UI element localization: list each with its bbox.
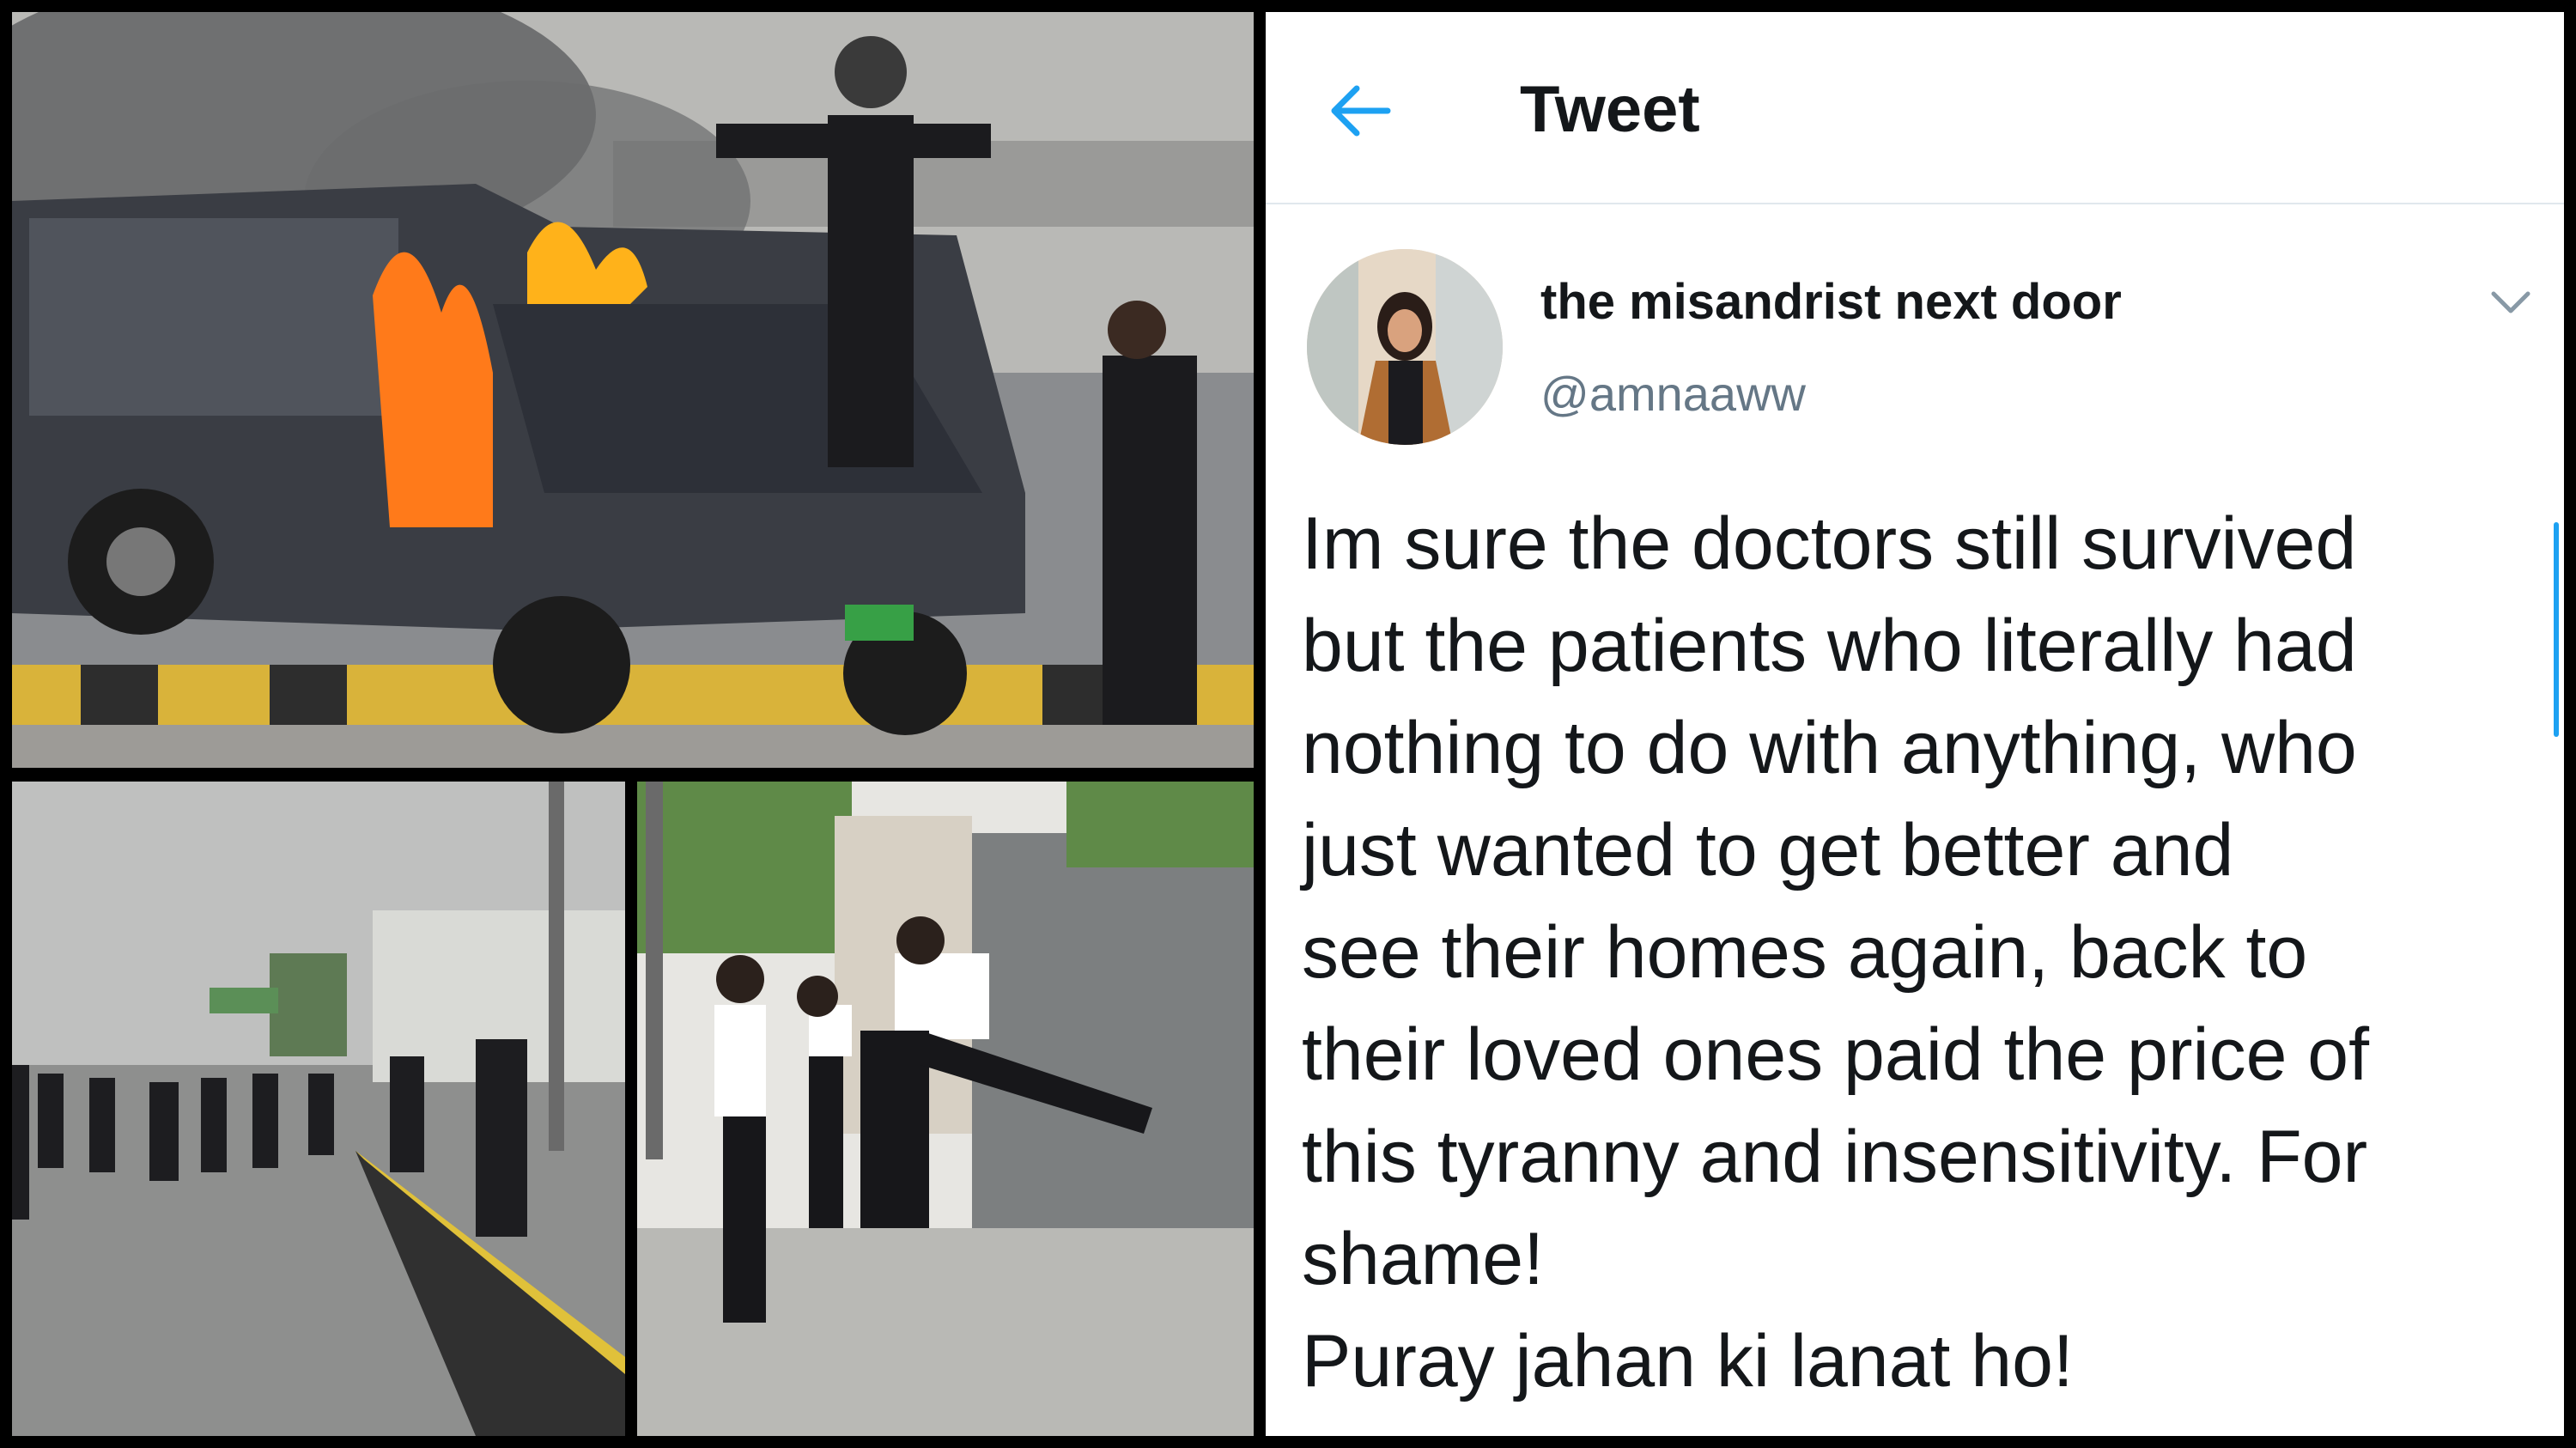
tweet-header: Tweet xyxy=(1266,12,2564,204)
photo-men-kicking-gate xyxy=(637,782,1254,1436)
author-handle[interactable]: @amnaaww xyxy=(1540,366,1806,422)
tweet-text-line: Im sure the doctors still survived xyxy=(1302,502,2357,585)
tweet-text: Im sure the doctors still survived but t… xyxy=(1302,493,2538,1413)
tweet-text-line: just wanted to get better and xyxy=(1302,809,2234,891)
author-display-name[interactable]: the misandrist next door xyxy=(1540,273,2122,331)
tweet-text-line: their loved ones paid the price of xyxy=(1302,1013,2370,1096)
tweet-text-line: see their homes again, back to xyxy=(1302,911,2308,994)
chevron-down-icon[interactable] xyxy=(2485,285,2537,319)
scrollbar-thumb[interactable] xyxy=(2554,522,2559,737)
tweet-text-line: Puray jahan ki lanat ho! xyxy=(1302,1320,2074,1402)
photo-crowd-street xyxy=(12,782,625,1436)
tweet-text-line: nothing to do with anything, who xyxy=(1302,707,2357,789)
tweet-text-line: this tyranny and insensitivity. For xyxy=(1302,1116,2368,1198)
avatar[interactable] xyxy=(1307,249,1503,445)
page-title: Tweet xyxy=(1520,73,1700,146)
tweet-panel: Tweet the misandrist next door @amnaaww … xyxy=(1266,12,2564,1436)
tweet-text-line: shame! xyxy=(1302,1218,1545,1300)
collage-divider xyxy=(1254,0,1266,1448)
tweet-text-line: but the patients who literally had xyxy=(1302,605,2357,687)
photo-burning-vehicle xyxy=(12,12,1254,768)
arrow-left-icon[interactable] xyxy=(1326,76,1394,145)
